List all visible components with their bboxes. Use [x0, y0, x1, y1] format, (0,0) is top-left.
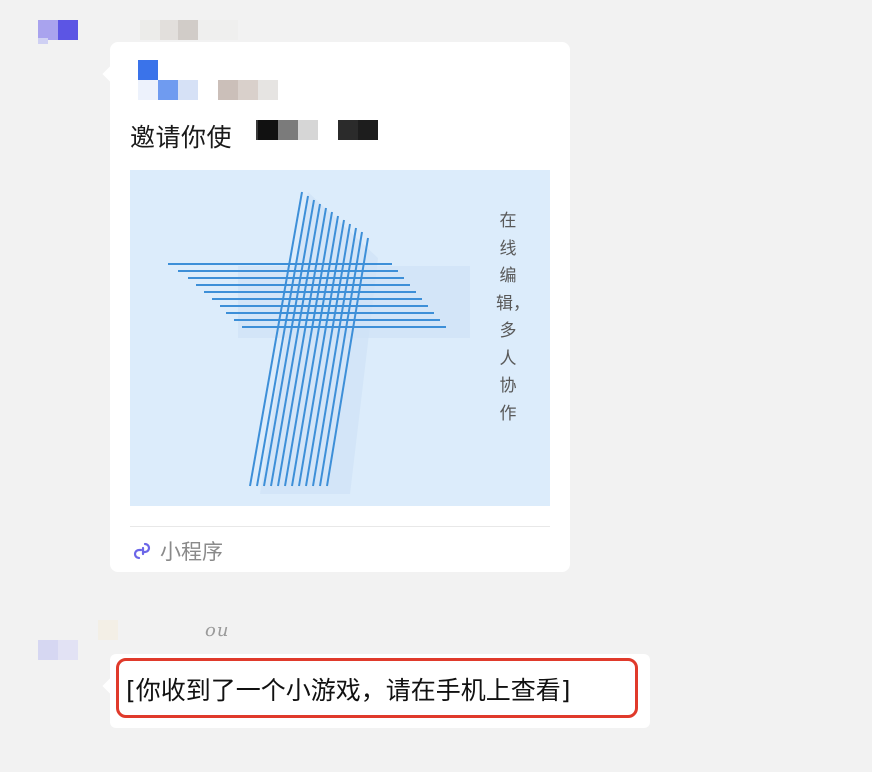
- mini-program-card[interactable]: 邀请你使 在线编辑，多人协作 小程序: [102, 42, 570, 572]
- avatar-mosaic: [38, 20, 58, 40]
- link-icon: [130, 539, 154, 563]
- card-title-text: 邀请你使: [130, 123, 233, 152]
- mini-program-label: 小程序: [160, 540, 223, 564]
- avatar-mosaic: [38, 38, 48, 44]
- game-message-text: [你收到了一个小游戏，请在手机上查看]: [126, 676, 571, 705]
- avatar-mosaic: [58, 20, 78, 40]
- card-divider: [130, 526, 550, 527]
- sender-name-snippet: ou: [205, 620, 230, 641]
- card-image-slogan: 在线编辑，多人协作: [496, 211, 530, 424]
- doc-logo-graphic: [168, 191, 470, 494]
- game-message-bubble[interactable]: [你收到了一个小游戏，请在手机上查看]: [102, 654, 650, 728]
- card-footer: 小程序: [130, 536, 223, 566]
- card-preview-image: 在线编辑，多人协作: [130, 170, 550, 506]
- bubble-tail: [102, 65, 120, 83]
- card-title: 邀请你使: [130, 118, 232, 154]
